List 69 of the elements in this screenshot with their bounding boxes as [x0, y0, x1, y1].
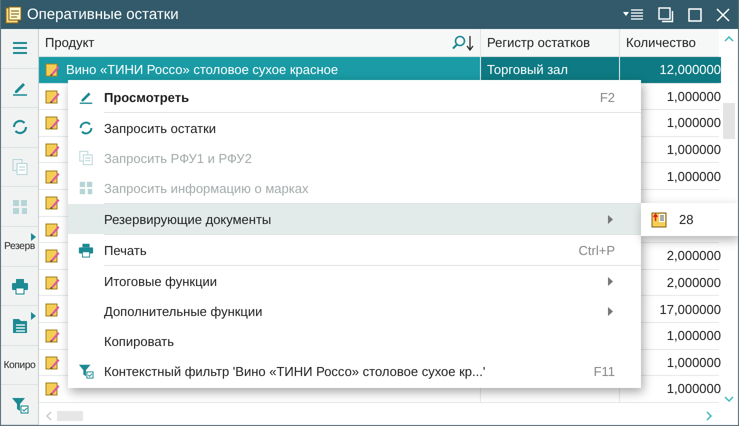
menu-item[interactable]: Резервирующие документы — [68, 204, 641, 234]
list-icon[interactable] — [10, 316, 28, 334]
table-cell: Вино «ТИНИ Россо» столовое сухое красное — [66, 62, 338, 78]
shortcut-label: Ctrl+P — [578, 242, 615, 258]
menu-item[interactable]: Копировать — [68, 326, 641, 356]
menu-item[interactable]: Запросить остатки — [68, 113, 641, 143]
table-cell: 1,000000 — [666, 142, 721, 158]
submenu-triangle-icon — [31, 312, 36, 320]
filter-icon[interactable] — [10, 396, 28, 414]
menu-dropdown-icon[interactable] — [622, 8, 644, 20]
maximize-icon[interactable] — [688, 8, 702, 22]
table-cell: 2,000000 — [666, 248, 721, 264]
search-sort-icon[interactable] — [450, 34, 474, 50]
shortcut-label: F11 — [594, 364, 615, 378]
column-header[interactable]: Продукт — [39, 29, 481, 56]
menu-item[interactable]: 28 — [641, 203, 738, 236]
note-pencil-icon — [45, 275, 60, 290]
menu-item[interactable]: Итоговые функции — [68, 266, 641, 296]
table-cell: 2,000000 — [666, 275, 721, 290]
note-pencil-icon — [45, 115, 60, 130]
qr-icon — [78, 180, 94, 196]
column-header-label: Продукт — [45, 35, 96, 50]
document-stack-icon — [5, 6, 23, 24]
note-pencil-icon — [45, 168, 60, 184]
note-pencil-icon — [45, 88, 60, 104]
scroll-right-icon[interactable] — [705, 411, 713, 421]
submenu-triangle-icon — [31, 232, 36, 241]
menu-item[interactable]: Печать Ctrl+P — [68, 235, 641, 265]
menu-item[interactable]: Просмотреть F2 — [68, 82, 641, 112]
note-pencil-icon — [45, 248, 60, 264]
menu-item[interactable]: Дополнительные функции — [68, 296, 641, 326]
scrollbar-thumb[interactable] — [57, 411, 83, 421]
restore-icon[interactable] — [658, 6, 674, 22]
table-cell: 1,000000 — [666, 328, 721, 344]
close-icon[interactable] — [716, 8, 730, 22]
note-pencil-icon — [45, 62, 60, 78]
table-cell: 1,000000 — [666, 381, 721, 396]
scroll-up-icon[interactable] — [724, 35, 734, 43]
table-cell: 1,000000 — [666, 88, 721, 104]
table-cell: 1,000000 — [666, 115, 721, 130]
column-header[interactable]: Регистр остатков — [481, 29, 620, 56]
note-pencil-icon — [45, 302, 60, 317]
refresh-icon[interactable] — [10, 118, 28, 136]
table-cell: 1,000000 — [666, 168, 721, 184]
table-cell: 12,000000 — [660, 62, 721, 78]
submenu-arrow-icon — [608, 306, 613, 316]
note-pencil-icon — [45, 354, 60, 370]
toolbar-button[interactable]: Копиро — [4, 360, 36, 371]
scrollbar-thumb[interactable] — [722, 103, 734, 139]
scroll-down-icon[interactable] — [724, 395, 734, 403]
table-cell: Торговый зал — [487, 62, 568, 78]
note-pencil-icon — [45, 328, 60, 344]
table-cell: 17,000000 — [660, 302, 721, 317]
filter-icon — [78, 363, 94, 379]
note-pencil-icon — [45, 381, 60, 396]
note-pencil-icon — [45, 195, 60, 210]
shortcut-label: F2 — [600, 90, 615, 104]
copy-icon — [78, 150, 94, 166]
window-title: Оперативные остатки — [27, 6, 179, 23]
column-header[interactable]: Количество — [620, 29, 721, 56]
refresh-icon — [78, 120, 94, 136]
submenu-arrow-icon — [608, 214, 613, 224]
note-pencil-icon — [45, 142, 60, 158]
table-cell: 1,000000 — [666, 354, 721, 370]
submenu-arrow-icon — [608, 276, 613, 286]
printer-icon[interactable] — [10, 276, 28, 295]
toolbar-button[interactable]: Резерв — [4, 240, 35, 252]
note-pencil-icon — [45, 222, 60, 237]
printer-icon — [78, 242, 94, 258]
